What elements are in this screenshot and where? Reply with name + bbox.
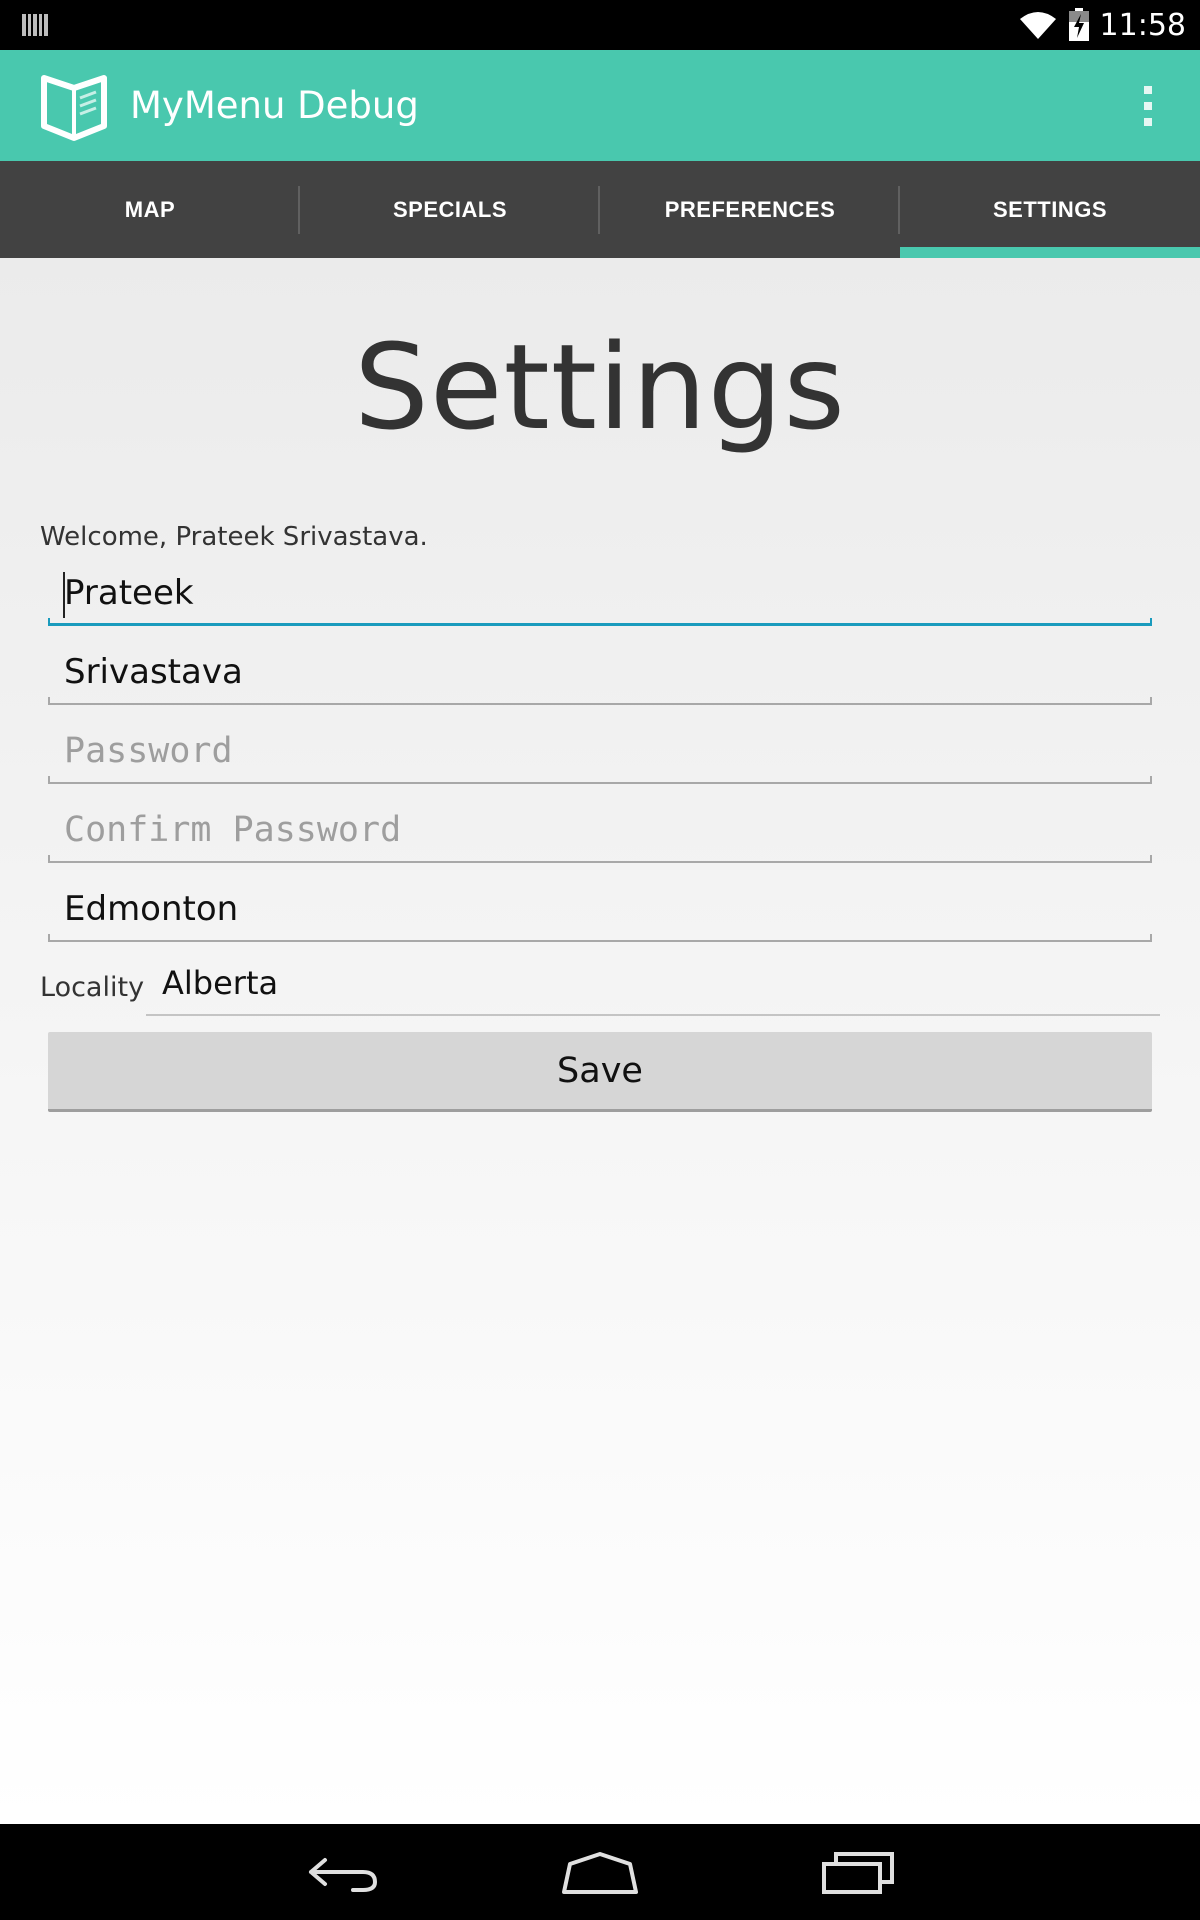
text-cursor — [63, 572, 65, 618]
barcode-notification-icon — [22, 14, 48, 36]
field-underline — [48, 697, 1152, 705]
last-name-field[interactable] — [48, 639, 1152, 705]
save-button[interactable]: Save — [48, 1032, 1152, 1112]
tab-preferences[interactable]: PREFERENCES — [600, 161, 900, 258]
status-bar: 11:58 — [0, 0, 1200, 50]
action-bar: MyMenu Debug — [0, 50, 1200, 161]
locality-selected-value: Alberta — [162, 964, 279, 1002]
city-field-container — [48, 876, 1152, 942]
tab-label: SETTINGS — [992, 196, 1107, 222]
page-title: Settings — [354, 318, 846, 456]
field-underline — [48, 855, 1152, 863]
welcome-message: Welcome, Prateek Srivastava. — [40, 522, 428, 552]
back-icon[interactable] — [303, 1846, 383, 1898]
tab-label: PREFERENCES — [664, 196, 836, 222]
confirm-password-field[interactable] — [48, 797, 1152, 863]
confirm-password-field-container — [48, 797, 1152, 863]
battery-charging-icon — [1068, 8, 1089, 41]
home-icon[interactable] — [560, 1846, 640, 1898]
tab-map[interactable]: MAP — [0, 161, 300, 258]
first-name-field-container — [48, 560, 1152, 626]
settings-content: Settings Welcome, Prateek Srivastava. Lo… — [0, 258, 1200, 1824]
city-field[interactable] — [48, 876, 1152, 942]
password-field-container — [48, 718, 1152, 784]
field-underline — [48, 934, 1152, 942]
field-underline — [48, 618, 1152, 626]
password-field[interactable] — [48, 718, 1152, 784]
tab-label: MAP — [124, 196, 176, 222]
overflow-menu-icon[interactable] — [1136, 82, 1160, 130]
active-tab-indicator — [900, 247, 1200, 258]
status-indicators: 11:58 — [1018, 6, 1186, 44]
recent-apps-icon[interactable] — [818, 1846, 898, 1898]
field-underline — [48, 776, 1152, 784]
tab-label: SPECIALS — [392, 196, 508, 222]
locality-spinner[interactable]: Alberta — [146, 950, 1160, 1016]
app-title: MyMenu Debug — [130, 84, 419, 127]
wifi-icon — [1019, 12, 1056, 39]
tab-settings[interactable]: SETTINGS — [900, 161, 1200, 258]
clock: 11:58 — [1099, 7, 1186, 43]
tab-bar: MAP SPECIALS PREFERENCES SETTINGS — [0, 161, 1200, 258]
locality-label: Locality — [40, 972, 145, 1003]
first-name-field[interactable] — [48, 560, 1152, 626]
navigation-bar — [0, 1824, 1200, 1920]
menu-book-logo-icon[interactable] — [40, 70, 108, 142]
last-name-field-container — [48, 639, 1152, 705]
tab-specials[interactable]: SPECIALS — [300, 161, 600, 258]
